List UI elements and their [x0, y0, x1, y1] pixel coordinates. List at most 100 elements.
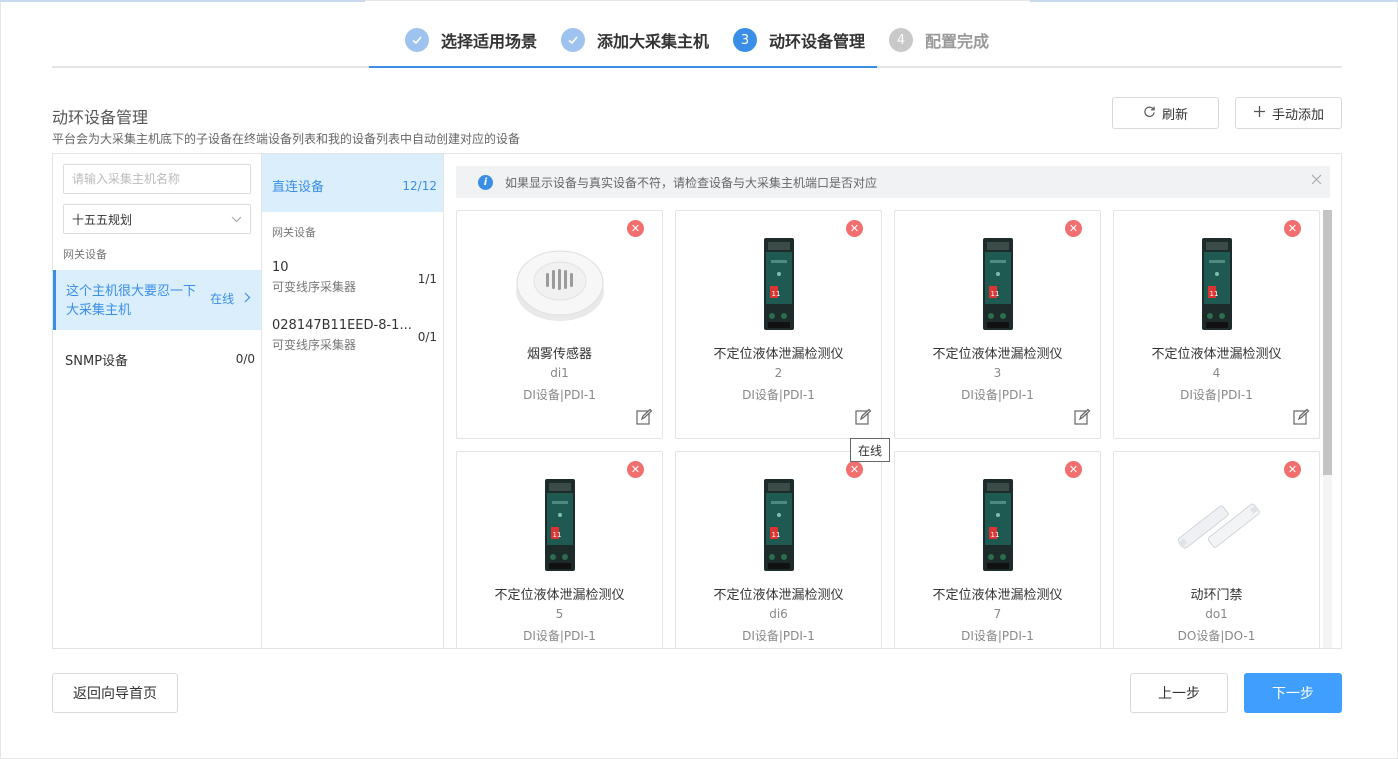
step-active-indicator [369, 66, 877, 68]
host-search-input[interactable] [63, 164, 251, 194]
close-icon[interactable] [1311, 173, 1322, 189]
manual-add-button[interactable]: 手动添加 [1235, 97, 1342, 129]
edit-icon[interactable] [1073, 408, 1091, 426]
status-tooltip: 在线 [850, 438, 890, 462]
check-icon [561, 28, 585, 52]
gateway-item[interactable]: 10 可变线序采集器 1/1 [272, 260, 437, 295]
device-code: 4 [1212, 366, 1221, 380]
device-card[interactable]: ✕ 动环门禁 do1 DO设备|DO-1 [1113, 451, 1320, 648]
delete-icon[interactable]: ✕ [1065, 461, 1082, 478]
step-select-scene: 选择适用场景 [405, 27, 537, 53]
gateway-item[interactable]: 028147B11EED-8-1... 可变线序采集器 0/1 [272, 318, 437, 353]
device-type: DI设备|PDI-1 [742, 388, 815, 402]
plan-select[interactable]: 十五五规划 [63, 204, 251, 234]
device-name: 不定位液体泄漏检测仪 [713, 588, 844, 603]
device-code: 5 [555, 607, 564, 621]
device-card[interactable]: ✕ 烟雾传感器 di1 DI设备|PDI-1 [456, 210, 663, 439]
svg-text:11: 11 [771, 531, 780, 539]
chevron-down-icon [231, 213, 242, 226]
scrollbar-thumb[interactable] [1323, 210, 1332, 475]
delete-icon[interactable]: ✕ [1284, 461, 1301, 478]
previous-step-button[interactable]: 上一步 [1130, 673, 1228, 713]
step-label: 添加大采集主机 [597, 32, 710, 51]
step-number: 3 [733, 28, 757, 52]
refresh-icon [1143, 105, 1156, 122]
device-name: 不定位液体泄漏检测仪 [932, 347, 1063, 362]
edit-icon[interactable] [1292, 408, 1310, 426]
delete-icon[interactable]: ✕ [846, 220, 863, 237]
refresh-button[interactable]: 刷新 [1112, 97, 1219, 129]
device-name: 动环门禁 [1190, 588, 1243, 603]
gateway-item-sub: 可变线序采集器 [272, 280, 357, 294]
host-name: 这个主机很大要忍一下大采集主机 [66, 284, 197, 318]
gateway-group-label: 网关设备 [63, 248, 107, 261]
device-type: DI设备|PDI-1 [1180, 388, 1253, 402]
svg-text:11: 11 [1209, 290, 1218, 298]
subdevice-column: 直连设备 12/12 网关设备 10 可变线序采集器 1/1 028147B11… [262, 154, 444, 648]
device-type: DI设备|PDI-1 [523, 629, 596, 643]
gateway-item-title: 028147B11EED-8-1... [272, 318, 412, 333]
device-code: di1 [550, 366, 569, 380]
card-scrollbar[interactable] [1323, 210, 1332, 648]
device-code: di6 [769, 607, 788, 621]
device-type: DI设备|PDI-1 [961, 629, 1034, 643]
device-name: 烟雾传感器 [526, 347, 592, 362]
page-title: 动环设备管理 [52, 108, 149, 127]
snmp-device-item[interactable]: SNMP设备 [65, 350, 128, 369]
direct-devices-item[interactable]: 直连设备 12/12 [262, 154, 443, 212]
device-card-area: i 如果显示设备与真实设备不符，请检查设备与大采集主机端口是否对应 ✕ 烟雾传感器… [444, 154, 1341, 648]
top-accent-line-left [0, 0, 365, 2]
device-card[interactable]: ✕ 11 不定位液体泄漏检测仪 4 DI设备|PDI-1 [1113, 210, 1320, 439]
svg-text:11: 11 [990, 290, 999, 298]
chevron-right-icon [244, 292, 251, 306]
host-item-active[interactable]: 这个主机很大要忍一下大采集主机 在线 [53, 270, 261, 330]
device-card[interactable]: ✕ 11 不定位液体泄漏检测仪 3 DI设备|PDI-1 [894, 210, 1101, 439]
device-card[interactable]: ✕ 11 不定位液体泄漏检测仪 2 DI设备|PDI-1 [675, 210, 882, 439]
direct-devices-label: 直连设备 [272, 180, 325, 195]
delete-icon[interactable]: ✕ [627, 461, 644, 478]
step-label: 配置完成 [925, 32, 990, 51]
svg-text:11: 11 [771, 290, 780, 298]
delete-icon[interactable]: ✕ [627, 220, 644, 237]
host-status-text: 在线 [210, 292, 235, 306]
edit-icon[interactable] [635, 408, 653, 426]
device-name: 不定位液体泄漏检测仪 [1151, 347, 1282, 362]
leak-detector-image: 11 [734, 479, 824, 571]
leak-detector-image: 11 [953, 238, 1043, 330]
device-code: 3 [993, 366, 1002, 380]
snmp-count: 0/0 [235, 352, 255, 366]
svg-text:11: 11 [552, 531, 561, 539]
page-subtitle: 平台会为大采集主机底下的子设备在终端设备列表和我的设备列表中自动创建对应的设备 [52, 132, 521, 146]
delete-icon[interactable]: ✕ [1284, 220, 1301, 237]
device-code: 7 [993, 607, 1002, 621]
edit-icon[interactable] [854, 408, 872, 426]
device-card[interactable]: ✕ 11 不定位液体泄漏检测仪 5 DI设备|PDI-1 [456, 451, 663, 648]
back-to-home-button[interactable]: 返回向导首页 [52, 673, 178, 713]
device-card[interactable]: ✕ 11 不定位液体泄漏检测仪 di6 DI设备|PDI-1 [675, 451, 882, 648]
host-list-column: 十五五规划 网关设备 这个主机很大要忍一下大采集主机 在线 SNMP设备 0/0 [53, 154, 262, 648]
plus-icon [1253, 105, 1266, 122]
leak-detector-image: 11 [1172, 238, 1262, 330]
notice-text: 如果显示设备与真实设备不符，请检查设备与大采集主机端口是否对应 [505, 175, 878, 190]
delete-icon[interactable]: ✕ [846, 461, 863, 478]
delete-icon[interactable]: ✕ [1065, 220, 1082, 237]
device-card-grid: ✕ 烟雾传感器 di1 DI设备|PDI-1 ✕ 11 不定位液体泄漏检测仪 2 DI设备|PD… [456, 210, 1330, 648]
gateway-item-sub: 可变线序采集器 [272, 338, 357, 352]
check-icon [405, 28, 429, 52]
wizard-steps: 选择适用场景 添加大采集主机 3 动环设备管理 4 配置完成 [52, 20, 1342, 68]
device-type: DI设备|PDI-1 [523, 388, 596, 402]
device-name: 不定位液体泄漏检测仪 [494, 588, 625, 603]
manual-add-label: 手动添加 [1271, 107, 1324, 123]
next-step-button[interactable]: 下一步 [1244, 673, 1342, 713]
device-type: DI设备|PDI-1 [961, 388, 1034, 402]
refresh-label: 刷新 [1161, 107, 1188, 123]
device-type: DI设备|PDI-1 [742, 629, 815, 643]
gateway-item-title: 10 [272, 260, 289, 275]
device-card[interactable]: ✕ 11 不定位液体泄漏检测仪 7 DI设备|PDI-1 [894, 451, 1101, 648]
leak-detector-image: 11 [953, 479, 1043, 571]
notice-bar: i 如果显示设备与真实设备不符，请检查设备与大采集主机端口是否对应 [456, 166, 1330, 198]
gateway-devices-label: 网关设备 [272, 226, 316, 239]
info-icon: i [478, 174, 493, 190]
step-complete: 4 配置完成 [889, 27, 989, 53]
direct-devices-count: 12/12 [402, 179, 437, 193]
